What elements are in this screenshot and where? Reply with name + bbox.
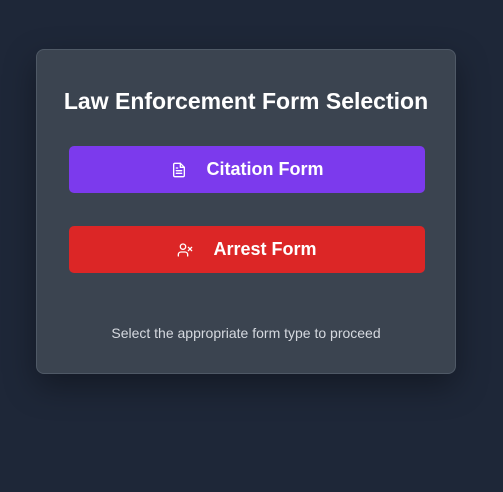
arrest-form-label: Arrest Form: [213, 239, 317, 259]
form-selection-card: Law Enforcement Form Selection Citation …: [36, 49, 456, 374]
arrest-form-button[interactable]: Arrest Form: [69, 226, 425, 273]
citation-form-label: Citation Form: [206, 159, 324, 179]
page-title: Law Enforcement Form Selection: [63, 88, 429, 114]
user-x-icon: [177, 242, 193, 258]
citation-form-button[interactable]: Citation Form: [69, 146, 425, 193]
instruction-text: Select the appropriate form type to proc…: [111, 325, 381, 341]
document-icon: [171, 162, 187, 178]
